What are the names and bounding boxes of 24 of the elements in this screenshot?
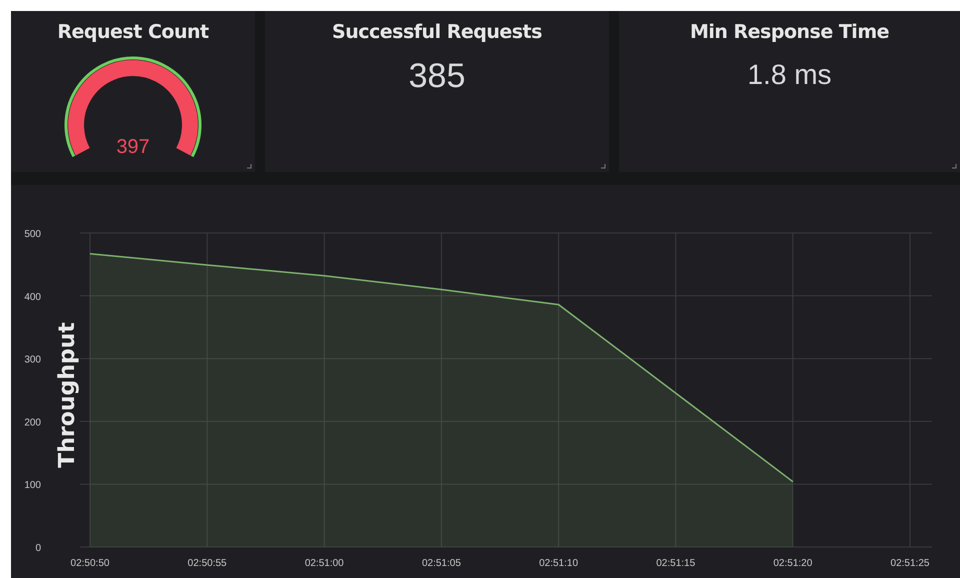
y-axis-label: 200 [24, 417, 41, 428]
x-axis-label: 02:51:00 [304, 558, 344, 569]
resize-handle-icon[interactable] [952, 164, 957, 169]
x-axis-label: 02:51:25 [890, 558, 930, 569]
y-axis-label: 400 [24, 292, 41, 303]
gauge-value: 397 [116, 136, 150, 158]
x-axis-label: 02:50:50 [70, 558, 110, 569]
y-axis-label: 100 [24, 480, 41, 492]
y-axis-label: 500 [24, 229, 41, 240]
y-axis-title: Throughput [55, 322, 80, 468]
panel-title: Successful Requests [332, 21, 542, 43]
x-axis-label: 02:51:20 [773, 558, 812, 569]
panel-title: Request Count [57, 21, 209, 43]
stat-value: 1.8 ms [747, 59, 832, 91]
resize-handle-icon[interactable] [601, 164, 606, 169]
x-axis-label: 02:51:05 [422, 558, 461, 569]
resize-handle-icon[interactable] [247, 164, 252, 169]
x-axis-label: 02:51:15 [656, 558, 696, 569]
stat-value: 385 [408, 57, 466, 96]
x-axis-label: 02:50:55 [188, 558, 227, 569]
x-axis-label: 02:51:10 [539, 558, 578, 569]
y-axis-label: 300 [24, 354, 41, 366]
panel-title: Min Response Time [690, 21, 890, 43]
y-axis-label: 0 [35, 543, 41, 554]
